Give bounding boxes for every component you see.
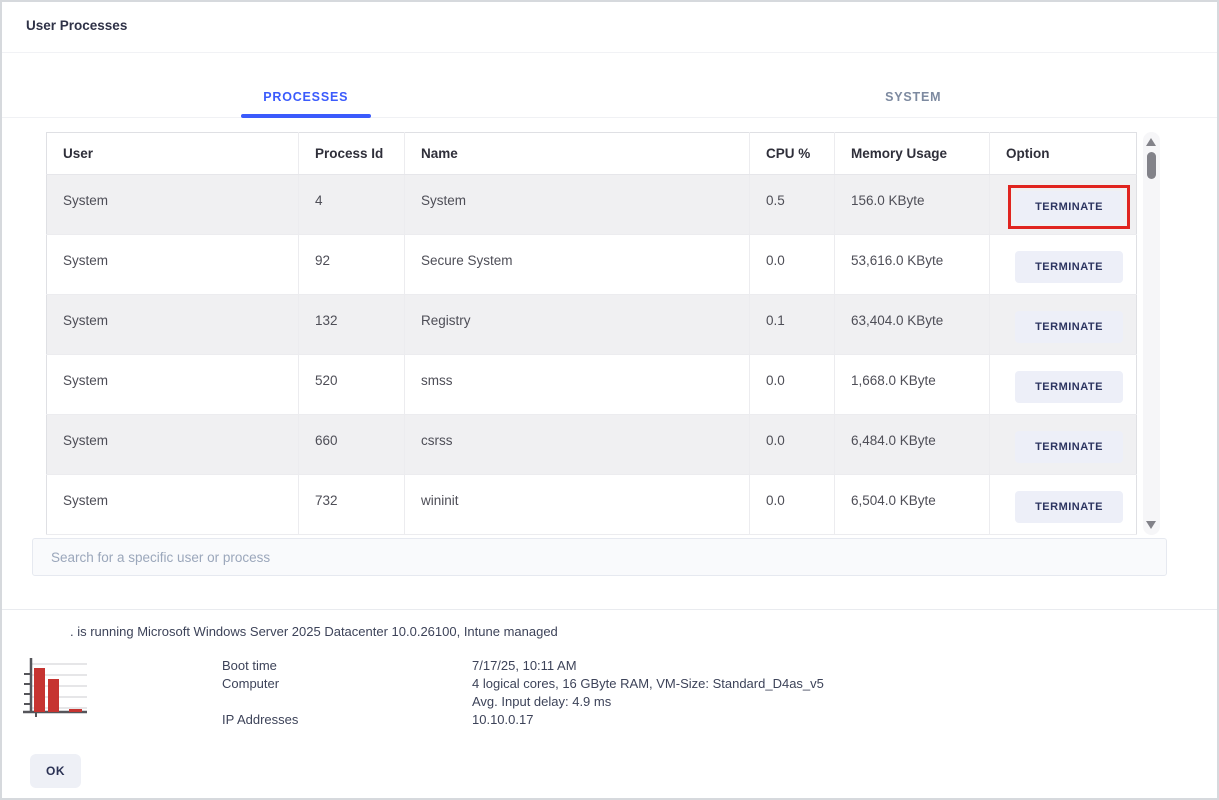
terminate-highlight-box: TERMINATE	[1008, 485, 1130, 529]
detail-value: 4 logical cores, 16 GByte RAM, VM-Size: …	[472, 675, 824, 693]
cell-name: smss	[405, 355, 750, 415]
detail-label	[222, 693, 472, 711]
active-tab-underline	[241, 114, 371, 118]
cell-cpu: 0.0	[750, 355, 835, 415]
detail-label: Computer	[222, 675, 472, 693]
cell-memory: 6,504.0 KByte	[835, 475, 990, 535]
scroll-down-icon[interactable]	[1146, 521, 1156, 529]
table-row: System 520 smss 0.0 1,668.0 KByte TERMIN…	[47, 355, 1137, 415]
os-info-line: . is running Microsoft Windows Server 20…	[70, 624, 558, 639]
cell-memory: 6,484.0 KByte	[835, 415, 990, 475]
page-title: User Processes	[26, 18, 127, 33]
detail-label: IP Addresses	[222, 711, 472, 729]
ok-button[interactable]: OK	[30, 754, 81, 788]
cell-pid: 4	[299, 175, 405, 235]
bar-chart-icon	[16, 654, 90, 722]
tab-bar: PROCESSES SYSTEM	[2, 53, 1217, 118]
chart-bar-2	[48, 679, 59, 712]
tab-processes[interactable]: PROCESSES	[2, 53, 610, 117]
terminate-highlight-box: TERMINATE	[1008, 185, 1130, 229]
cell-user: System	[47, 355, 299, 415]
cell-cpu: 0.1	[750, 295, 835, 355]
cell-memory: 156.0 KByte	[835, 175, 990, 235]
cell-user: System	[47, 475, 299, 535]
cell-cpu: 0.0	[750, 235, 835, 295]
cell-name: wininit	[405, 475, 750, 535]
table-row: System 92 Secure System 0.0 53,616.0 KBy…	[47, 235, 1137, 295]
process-table-body: System 4 System 0.5 156.0 KByte TERMINAT…	[47, 175, 1137, 535]
system-details: Boot time 7/17/25, 10:11 AM Computer 4 l…	[222, 657, 824, 729]
column-header-process-id: Process Id	[299, 133, 405, 175]
scroll-up-icon[interactable]	[1146, 138, 1156, 146]
terminate-highlight-box: TERMINATE	[1008, 365, 1130, 409]
cell-cpu: 0.0	[750, 415, 835, 475]
cell-name: csrss	[405, 415, 750, 475]
process-table: User Process Id Name CPU % Memory Usage …	[46, 132, 1137, 535]
detail-value: 10.10.0.17	[472, 711, 824, 729]
table-row: System 660 csrss 0.0 6,484.0 KByte TERMI…	[47, 415, 1137, 475]
terminate-highlight-box: TERMINATE	[1008, 425, 1130, 469]
cell-option: TERMINATE	[990, 175, 1137, 235]
cell-memory: 1,668.0 KByte	[835, 355, 990, 415]
cell-pid: 732	[299, 475, 405, 535]
table-scrollbar[interactable]	[1143, 132, 1160, 535]
chart-bar-3	[69, 709, 82, 712]
tab-system[interactable]: SYSTEM	[610, 53, 1218, 117]
table-header-row: User Process Id Name CPU % Memory Usage …	[47, 133, 1137, 175]
cell-user: System	[47, 235, 299, 295]
cell-user: System	[47, 415, 299, 475]
terminate-button[interactable]: TERMINATE	[1015, 371, 1123, 403]
cell-memory: 53,616.0 KByte	[835, 235, 990, 295]
column-header-user: User	[47, 133, 299, 175]
cell-name: Registry	[405, 295, 750, 355]
cell-pid: 132	[299, 295, 405, 355]
terminate-highlight-box: TERMINATE	[1008, 245, 1130, 289]
cell-pid: 660	[299, 415, 405, 475]
user-processes-dialog: User Processes PROCESSES SYSTEM User Pro…	[0, 0, 1219, 800]
detail-value: Avg. Input delay: 4.9 ms	[472, 693, 824, 711]
cell-name: Secure System	[405, 235, 750, 295]
column-header-cpu: CPU %	[750, 133, 835, 175]
terminate-button[interactable]: TERMINATE	[1015, 251, 1123, 283]
cell-pid: 520	[299, 355, 405, 415]
cell-user: System	[47, 295, 299, 355]
table-row: System 4 System 0.5 156.0 KByte TERMINAT…	[47, 175, 1137, 235]
terminate-button[interactable]: TERMINATE	[1015, 491, 1123, 523]
cell-option: TERMINATE	[990, 475, 1137, 535]
cell-option: TERMINATE	[990, 235, 1137, 295]
footer-divider	[2, 609, 1217, 610]
column-header-name: Name	[405, 133, 750, 175]
detail-value: 7/17/25, 10:11 AM	[472, 657, 824, 675]
detail-label: Boot time	[222, 657, 472, 675]
cell-cpu: 0.0	[750, 475, 835, 535]
cell-option: TERMINATE	[990, 415, 1137, 475]
search-input[interactable]	[32, 538, 1167, 576]
column-header-memory: Memory Usage	[835, 133, 990, 175]
cell-pid: 92	[299, 235, 405, 295]
tab-processes-label: PROCESSES	[263, 90, 348, 104]
chart-bar-1	[34, 668, 45, 712]
cell-memory: 63,404.0 KByte	[835, 295, 990, 355]
cell-user: System	[47, 175, 299, 235]
column-header-option: Option	[990, 133, 1137, 175]
terminate-highlight-box: TERMINATE	[1008, 305, 1130, 349]
tab-system-label: SYSTEM	[885, 90, 941, 104]
terminate-button[interactable]: TERMINATE	[1015, 311, 1123, 343]
cell-name: System	[405, 175, 750, 235]
table-row: System 732 wininit 0.0 6,504.0 KByte TER…	[47, 475, 1137, 535]
terminate-button[interactable]: TERMINATE	[1015, 191, 1123, 223]
table-row: System 132 Registry 0.1 63,404.0 KByte T…	[47, 295, 1137, 355]
terminate-button[interactable]: TERMINATE	[1015, 431, 1123, 463]
cell-option: TERMINATE	[990, 295, 1137, 355]
cell-cpu: 0.5	[750, 175, 835, 235]
cell-option: TERMINATE	[990, 355, 1137, 415]
scrollbar-thumb[interactable]	[1147, 152, 1156, 179]
